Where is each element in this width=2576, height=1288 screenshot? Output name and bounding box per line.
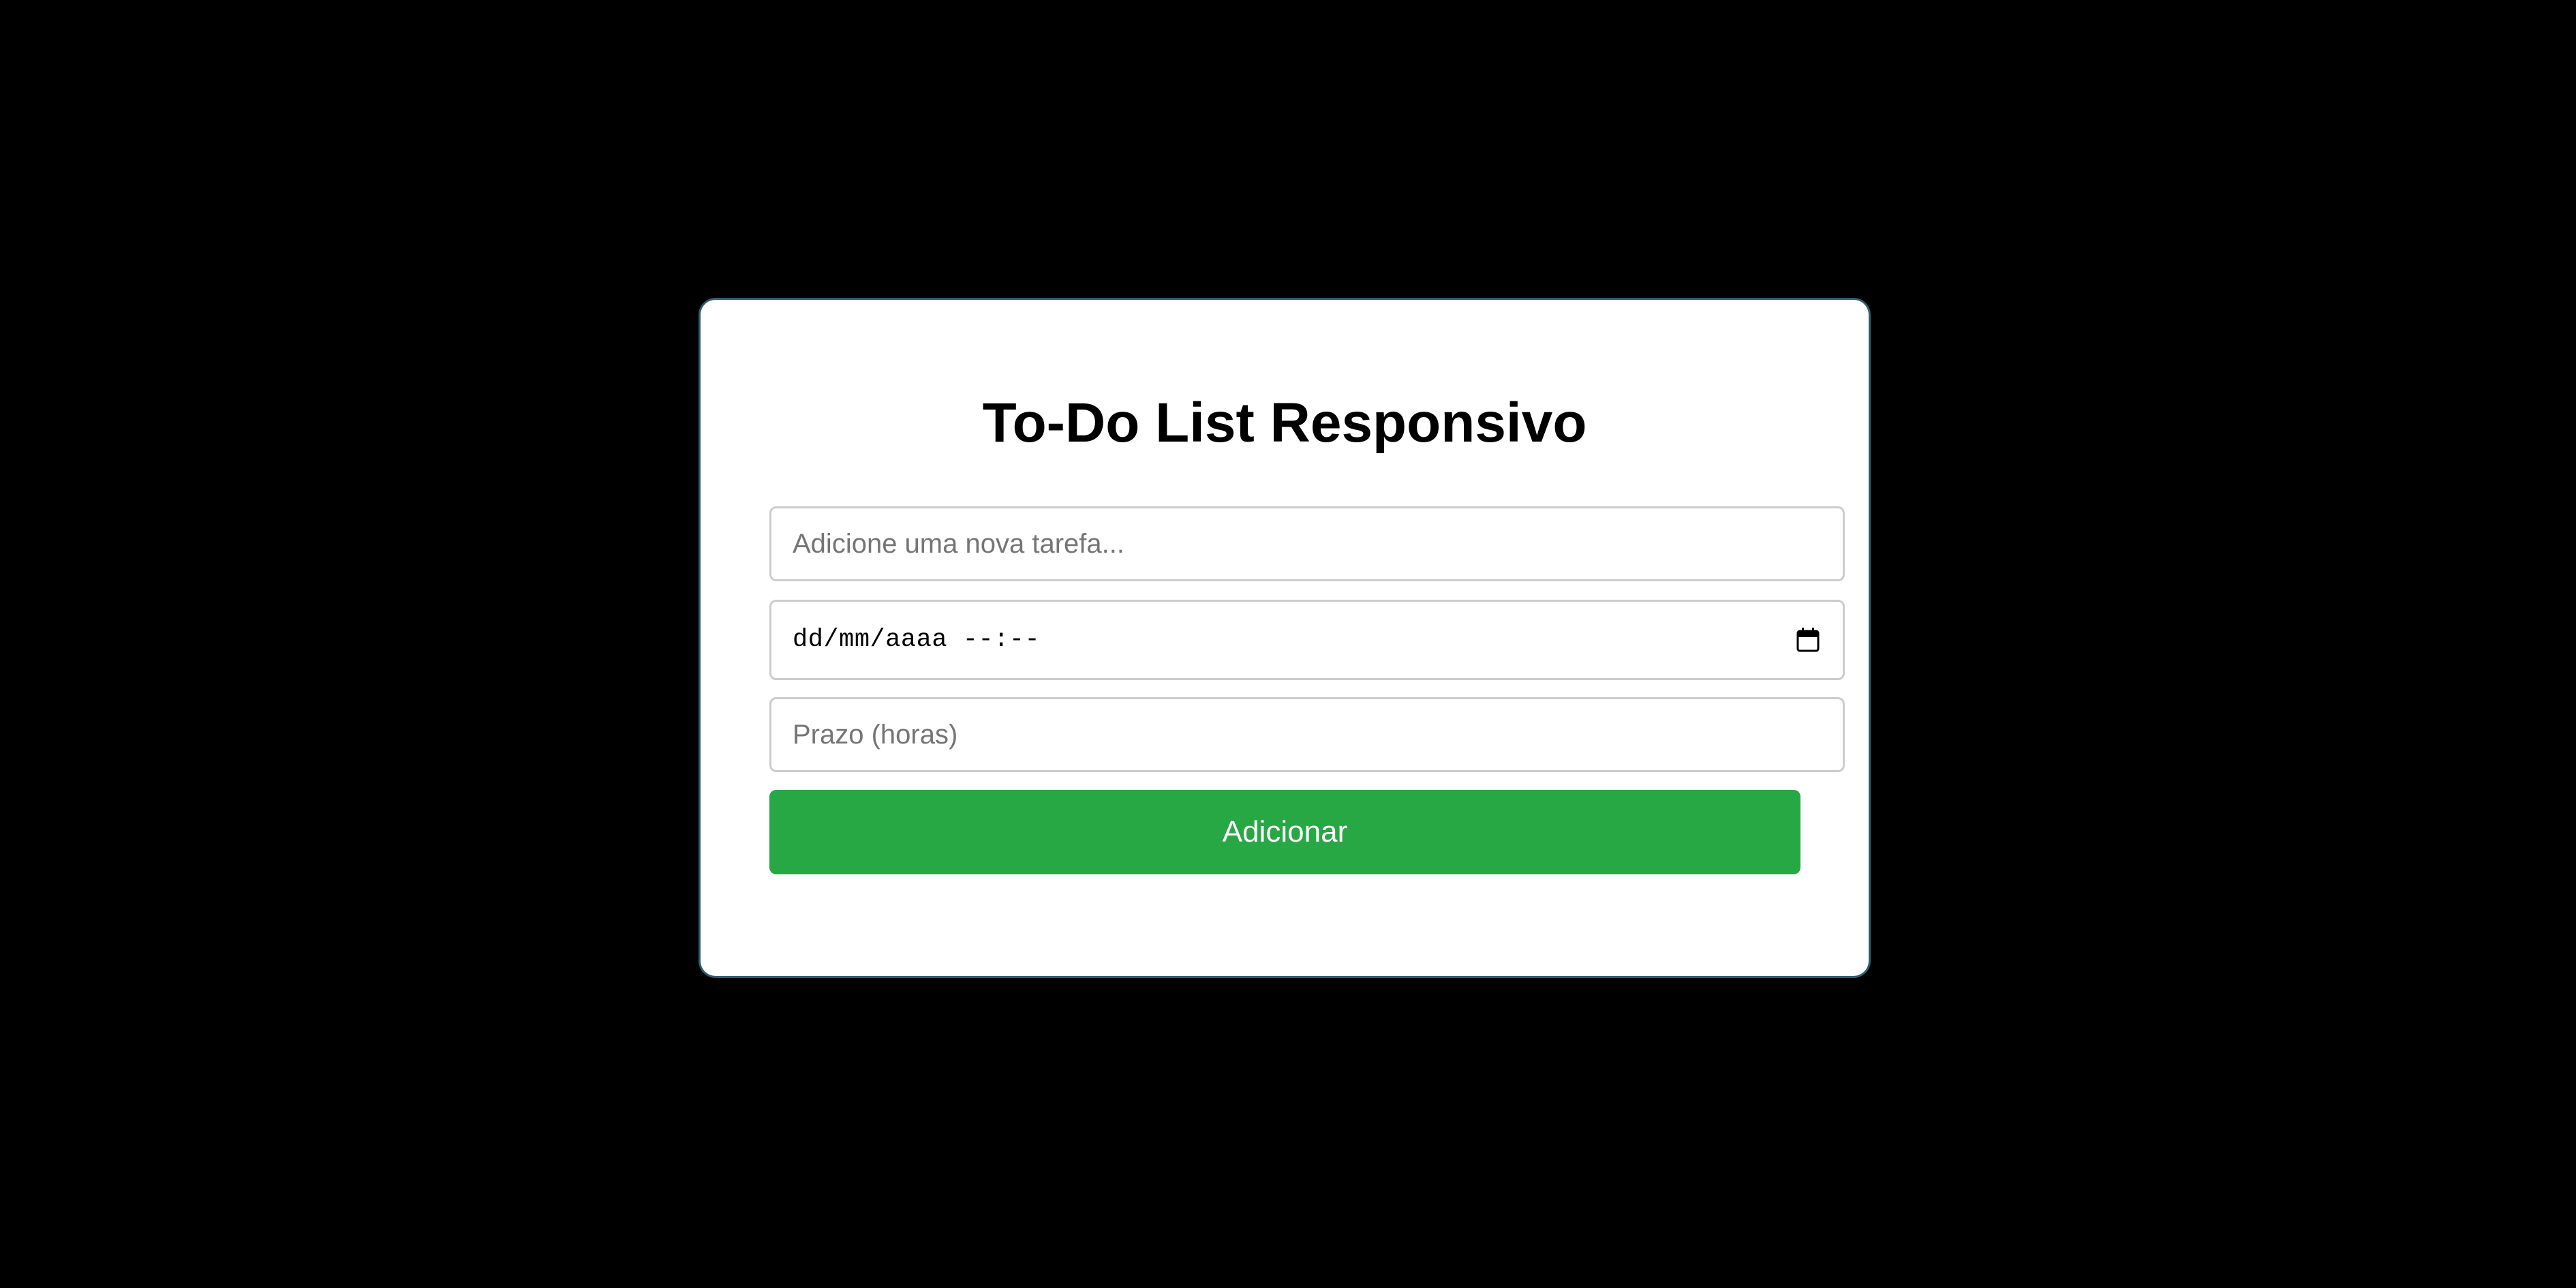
page-title: To-Do List Responsivo [982,392,1587,454]
add-button[interactable]: Adicionar [769,790,1800,874]
calendar-icon[interactable] [1796,628,1820,652]
hours-input[interactable]: Prazo (horas) [769,697,1845,772]
datetime-input-value: dd/mm/aaaa --:-- [793,626,1041,654]
datetime-input[interactable]: dd/mm/aaaa --:-- [769,600,1845,680]
task-input-placeholder: Adicione uma nova tarefa... [793,528,1124,559]
todo-card: To-Do List Responsivo Adicione uma nova … [701,300,1869,976]
hours-input-placeholder: Prazo (horas) [793,719,958,750]
task-input[interactable]: Adicione uma nova tarefa... [769,506,1845,581]
